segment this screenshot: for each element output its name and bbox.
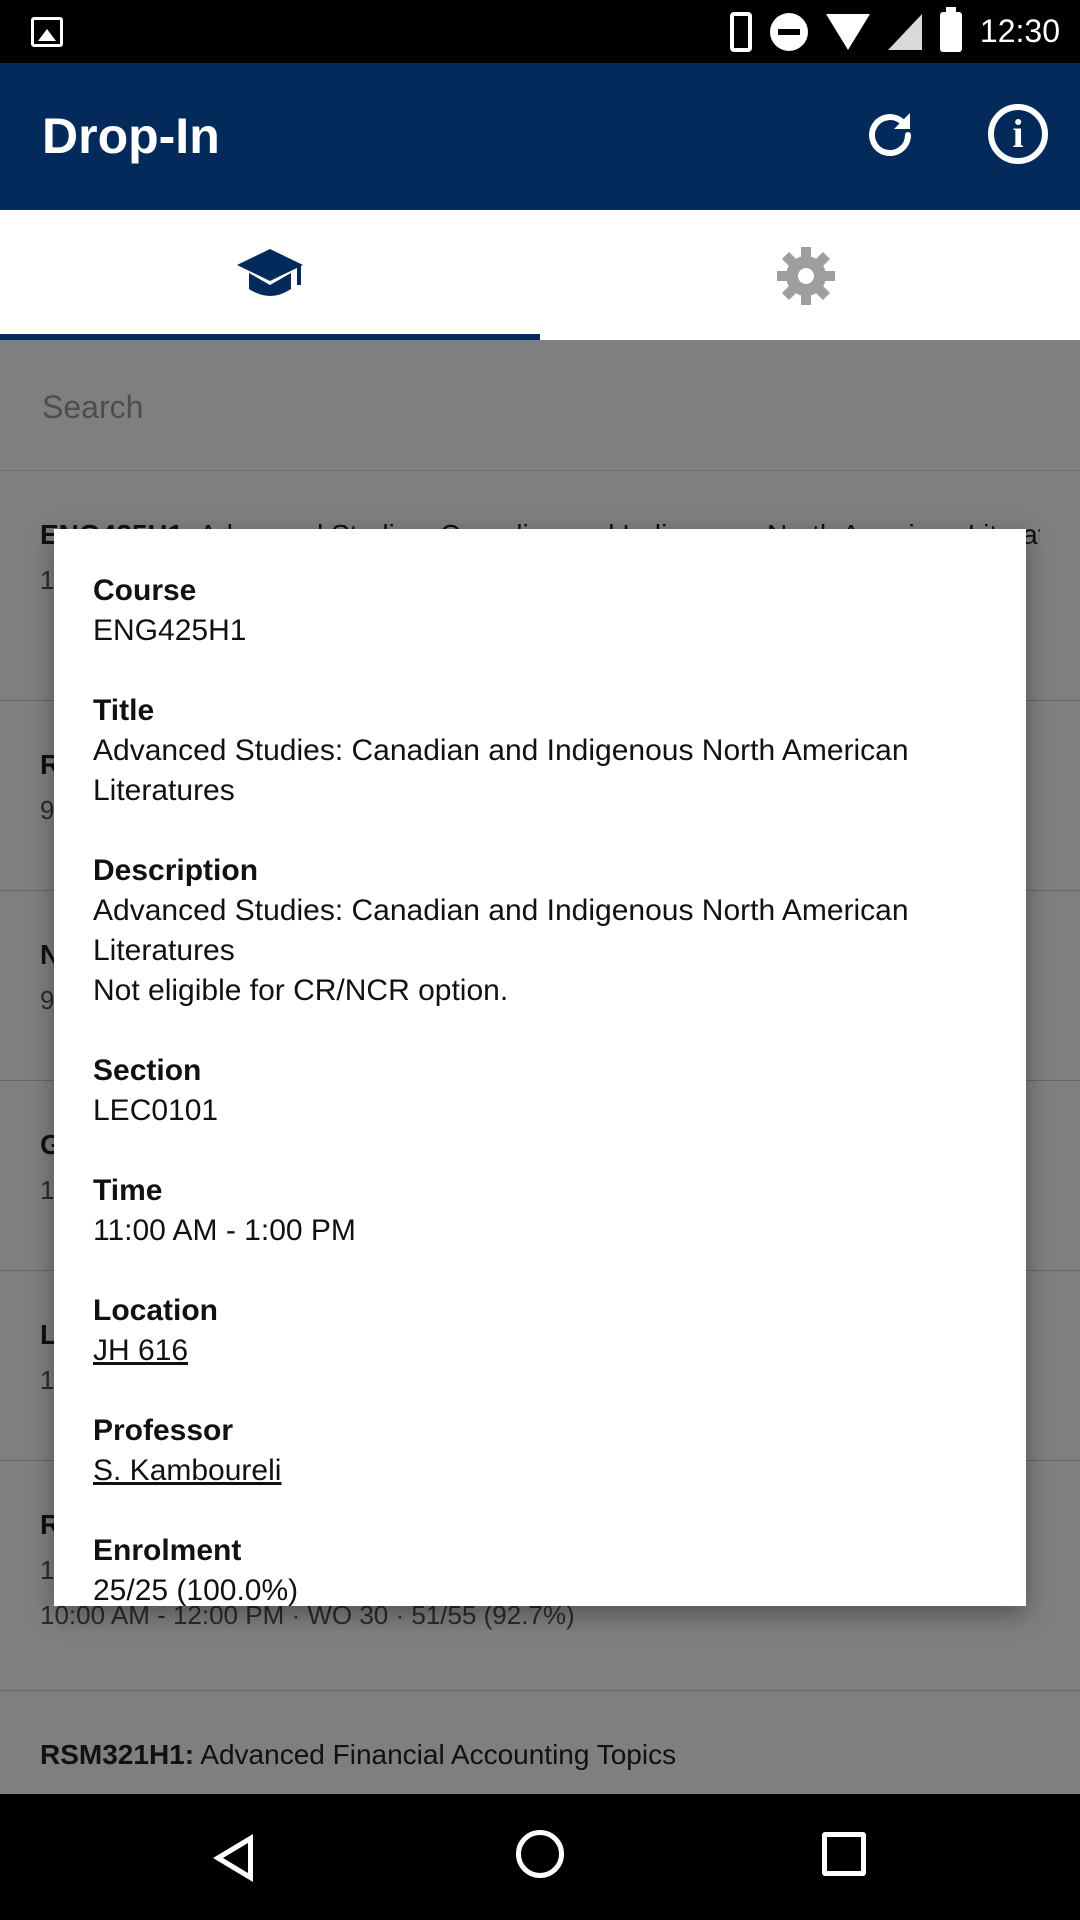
recents-icon[interactable] (822, 1832, 866, 1876)
battery-icon (939, 6, 962, 52)
back-icon[interactable] (213, 1834, 253, 1882)
app-title: Drop-In (42, 108, 220, 164)
description-value: Advanced Studies: Canadian and Indigenou… (93, 894, 909, 1007)
signal-icon (887, 13, 922, 50)
do-not-disturb-icon (769, 12, 808, 51)
enrolment-label: Enrolment (93, 1534, 242, 1567)
section-label: Section (93, 1054, 202, 1087)
enrolment-field: Enrolment 25/25 (100.0%) (93, 1531, 993, 1606)
section-value: LEC0101 (93, 1094, 219, 1127)
time-label: Time (93, 1174, 163, 1207)
title-field: Title Advanced Studies: Canadian and Ind… (93, 691, 993, 811)
location-field: Location JH 616 (93, 1291, 993, 1371)
dialog-content: Course ENG425H1 Title Advanced Studies: … (93, 571, 993, 1606)
description-field: Description Advanced Studies: Canadian a… (93, 851, 993, 1011)
navigation-bar (0, 1794, 1080, 1920)
location-label: Location (93, 1294, 218, 1327)
professor-link[interactable]: S. Kamboureli (93, 1451, 993, 1491)
status-icons: 12:30 (729, 0, 1060, 63)
time-field: Time 11:00 AM - 1:00 PM (93, 1171, 993, 1251)
tab-settings[interactable] (540, 210, 1080, 340)
image-notification-icon (31, 17, 63, 47)
tab-courses[interactable] (0, 210, 540, 340)
time-value: 11:00 AM - 1:00 PM (93, 1214, 356, 1247)
home-icon[interactable] (516, 1830, 564, 1878)
info-icon[interactable]: i (988, 104, 1048, 164)
wifi-icon (825, 13, 870, 50)
status-bar: 12:30 (0, 0, 1080, 63)
course-label: Course (93, 574, 197, 607)
graduation-cap-icon (237, 249, 303, 296)
enrolment-value: 25/25 (100.0%) (93, 1574, 299, 1606)
phone-icon (729, 11, 752, 52)
tab-bar (0, 210, 1080, 340)
app-bar: Drop-In i (0, 63, 1080, 210)
course-value: ENG425H1 (93, 614, 247, 647)
location-link[interactable]: JH 616 (93, 1331, 993, 1371)
course-field: Course ENG425H1 (93, 571, 993, 651)
gear-icon (777, 247, 835, 305)
title-label: Title (93, 694, 155, 727)
professor-label: Professor (93, 1414, 234, 1447)
refresh-icon[interactable] (862, 107, 918, 163)
description-label: Description (93, 854, 259, 887)
course-detail-dialog: Course ENG425H1 Title Advanced Studies: … (54, 529, 1026, 1606)
section-field: Section LEC0101 (93, 1051, 993, 1131)
status-time: 12:30 (979, 13, 1060, 49)
title-value: Advanced Studies: Canadian and Indigenou… (93, 734, 909, 807)
professor-field: Professor S. Kamboureli (93, 1411, 993, 1491)
